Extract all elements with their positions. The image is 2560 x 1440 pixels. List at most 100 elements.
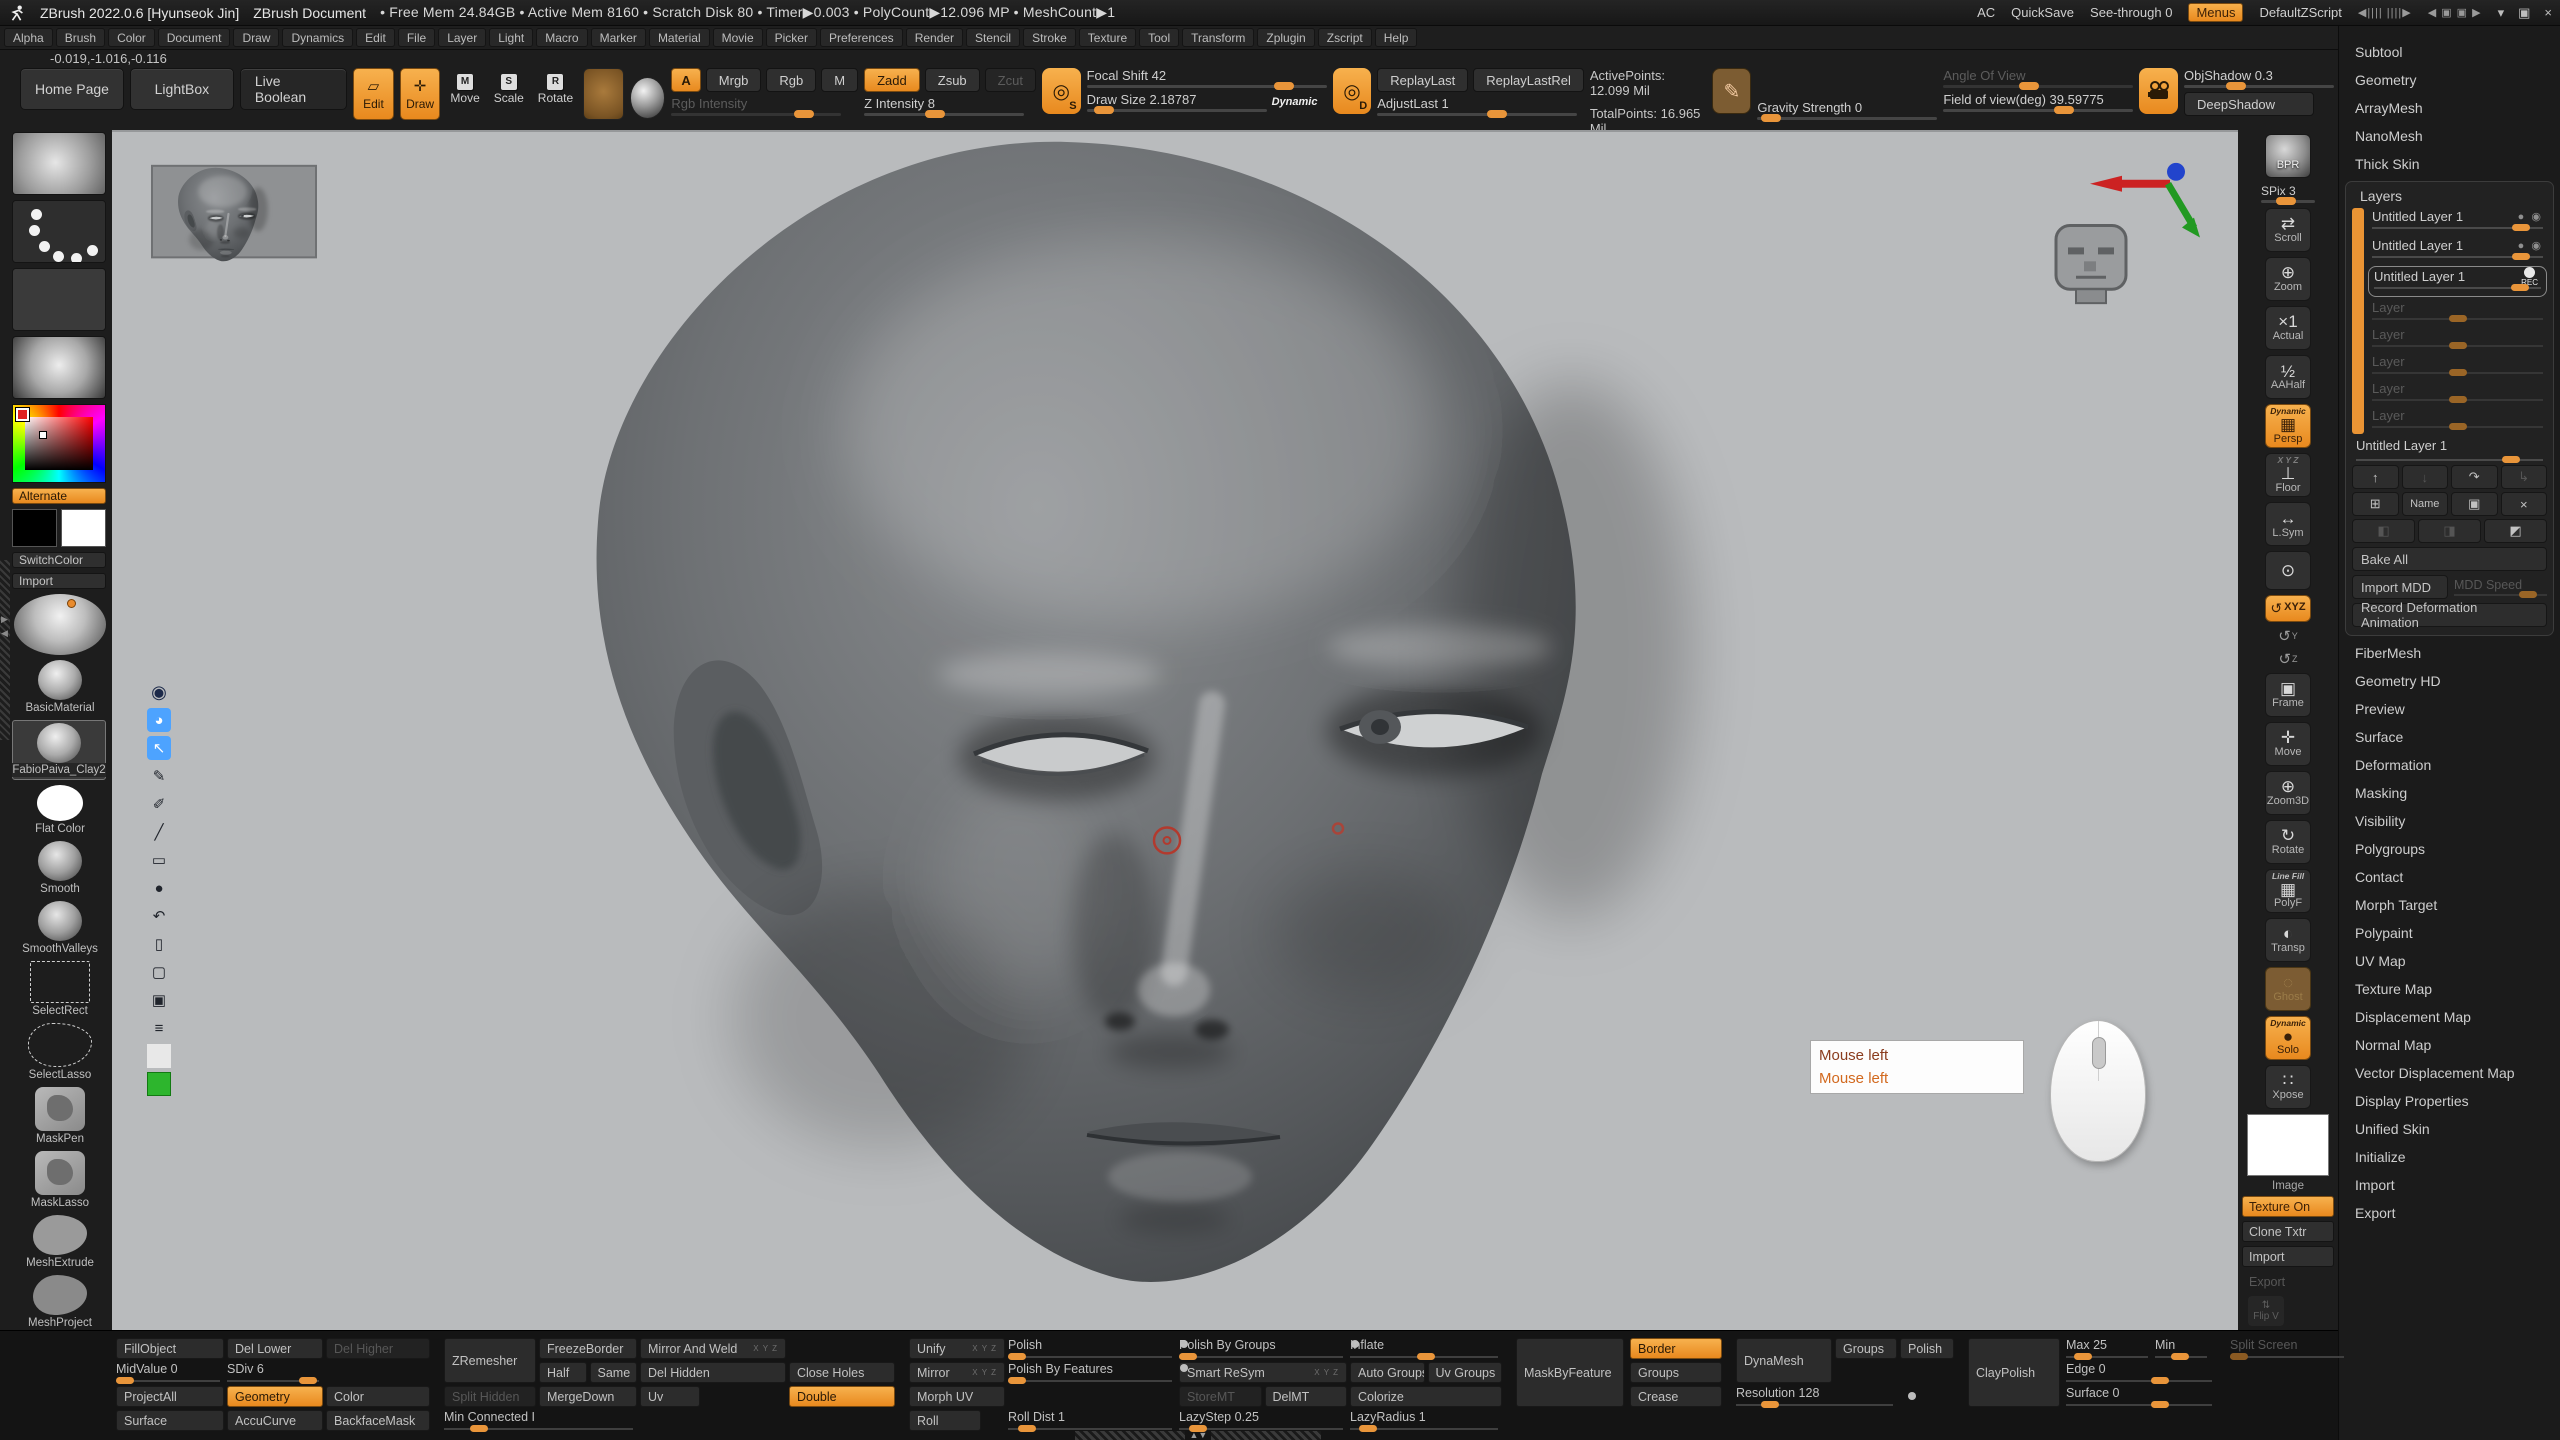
layer-copy-button[interactable]: ◩ — [2484, 519, 2547, 543]
current-brush-preview[interactable] — [583, 68, 624, 120]
tool-section-header[interactable]: Geometry — [2339, 66, 2560, 94]
color-palette-icon[interactable] — [147, 1044, 171, 1068]
layers-title[interactable]: Layers — [2352, 186, 2547, 208]
layer-eye-icon[interactable]: ◉ — [2531, 240, 2543, 252]
close-icon[interactable]: × — [2544, 5, 2552, 21]
eye-icon[interactable]: ◕ — [147, 708, 171, 732]
move-button[interactable]: MMove — [446, 68, 483, 110]
main-color-swatch[interactable] — [12, 509, 57, 547]
light-placement-dot[interactable] — [67, 599, 76, 608]
min-connected-slider[interactable]: Min Connected I — [444, 1410, 637, 1431]
ui-pager-icons[interactable]: ◀ ▣ ▣ ▶ — [2428, 6, 2482, 19]
menu-item[interactable]: Movie — [713, 28, 763, 47]
xyz-axis-badge[interactable]: X Y Z — [753, 1344, 778, 1353]
claypolish-min-slider[interactable]: Min — [2155, 1338, 2211, 1359]
tool-section-header[interactable]: Deformation — [2339, 751, 2560, 779]
persp-button[interactable]: Dynamic▦Persp — [2265, 404, 2311, 448]
export-texture-button[interactable]: Export — [2242, 1271, 2334, 1292]
image-icon[interactable]: ▣ — [147, 988, 171, 1012]
panel-collapse-handles[interactable]: ▶◀ — [1, 612, 8, 640]
solo-button[interactable]: Dynamic●Solo — [2265, 1016, 2311, 1060]
menu-item[interactable]: Alpha — [4, 28, 53, 47]
zremesher-button[interactable]: ZRemesher — [444, 1338, 536, 1383]
polish-slider[interactable]: Polish — [1008, 1338, 1176, 1359]
mid-value-slider[interactable]: MidValue 0 — [116, 1362, 224, 1383]
tool-section-header[interactable]: ArrayMesh — [2339, 94, 2560, 122]
layer-down-button[interactable]: ↓ — [2402, 465, 2449, 489]
rotate-y-button[interactable]: ↺Y — [2278, 627, 2298, 645]
layer-redo-button[interactable]: ↷ — [2451, 465, 2498, 489]
resolution-mode-dot[interactable] — [1908, 1392, 1916, 1400]
dynamesh-groups-button[interactable]: Groups — [1835, 1338, 1897, 1359]
rgb-intensity-slider[interactable]: Rgb Intensity — [671, 96, 841, 116]
tool-section-header[interactable]: Display Properties — [2339, 1087, 2560, 1115]
brush-select-rect[interactable]: SelectRect — [12, 961, 108, 1018]
polyframe-button[interactable]: Line Fill▦PolyF — [2265, 869, 2311, 913]
color-picker-gradient[interactable] — [25, 417, 93, 470]
zcut-button[interactable]: Zcut — [985, 68, 1036, 92]
xyz-axis-badge[interactable]: X Y Z — [972, 1368, 997, 1377]
draw-button[interactable]: ✛Draw — [400, 68, 441, 120]
polish-by-groups-slider[interactable]: Polish By Groups — [1179, 1338, 1347, 1359]
brush-mask-lasso[interactable]: MaskLasso — [12, 1151, 108, 1210]
brush-select-lasso[interactable]: SelectLasso — [12, 1023, 108, 1082]
rgb-button[interactable]: Rgb — [766, 68, 816, 92]
rotate-xyz-button[interactable]: ↺XYZ — [2265, 595, 2311, 622]
stroke-selector[interactable]: Dots — [12, 200, 106, 263]
layer-row[interactable]: Untitled Layer 1 ● ◉ — [2368, 208, 2547, 235]
brush-mask-pen[interactable]: MaskPen — [12, 1087, 108, 1146]
menu-item[interactable]: Brush — [56, 28, 105, 47]
menu-item[interactable]: Stencil — [966, 28, 1020, 47]
tool-section-header[interactable]: Normal Map — [2339, 1031, 2560, 1059]
layer-name-button[interactable]: Name — [2402, 492, 2449, 516]
tool-section-header[interactable]: Thick Skin — [2339, 150, 2560, 178]
color-toggle-button[interactable]: Color — [326, 1386, 430, 1407]
uv-groups-button[interactable]: Uv Groups — [1428, 1362, 1503, 1383]
del-hidden-button[interactable]: Del Hidden — [640, 1362, 786, 1383]
document-canvas[interactable]: ◉ ◕ ↖ ✎ ✐ ╱ ▭ ● ↶ ▯ ▢ ▣ ≡ Mouse left — [112, 130, 2238, 1330]
menu-item[interactable]: Light — [489, 28, 533, 47]
menu-item[interactable]: Edit — [356, 28, 395, 47]
import-texture-map-button[interactable]: Import — [2242, 1246, 2334, 1267]
tool-section-header[interactable]: Polypaint — [2339, 919, 2560, 947]
zoom3d-button[interactable]: ⊕Zoom3D — [2265, 771, 2311, 815]
uv-button[interactable]: Uv — [640, 1386, 700, 1407]
roll-button[interactable]: Roll — [909, 1410, 981, 1431]
project-all-button[interactable]: ProjectAll — [116, 1386, 224, 1407]
ui-scrub-icons[interactable]: ◀|||| ||||▶ — [2358, 6, 2412, 19]
menu-item[interactable]: Stroke — [1023, 28, 1076, 47]
close-holes-button[interactable]: Close Holes — [789, 1362, 895, 1383]
tool-section-header[interactable]: Masking — [2339, 779, 2560, 807]
xpose-button[interactable]: ∷Xpose — [2265, 1065, 2311, 1109]
quicksave-button[interactable]: QuickSave — [2011, 5, 2074, 20]
pager-hatch-left[interactable] — [1075, 1431, 1185, 1440]
claypolish-max-slider[interactable]: Max 25 — [2066, 1338, 2152, 1359]
layers-scrollbar[interactable] — [2352, 208, 2364, 434]
tool-section-header[interactable]: Polygroups — [2339, 835, 2560, 863]
split-hidden-button[interactable]: Split Hidden — [444, 1386, 536, 1407]
tool-section-header[interactable]: Import — [2339, 1171, 2560, 1199]
dynamic-label[interactable]: Dynamic — [1272, 96, 1318, 108]
local-symmetry-button[interactable]: ↔L.Sym — [2265, 502, 2311, 546]
texture-on-button[interactable]: Texture On — [2242, 1196, 2334, 1217]
pencil-icon[interactable]: ✐ — [147, 792, 171, 816]
scroll-button[interactable]: ⇄Scroll — [2265, 208, 2311, 252]
menu-item[interactable]: Help — [1375, 28, 1418, 47]
surface-button[interactable]: Surface — [116, 1410, 224, 1431]
material-flat-color[interactable]: Flat Color — [12, 785, 108, 836]
left-edge-hatch[interactable] — [0, 560, 10, 740]
ac-button[interactable]: AC — [1977, 5, 1995, 20]
same-button[interactable]: Same — [590, 1362, 638, 1383]
mask-by-feature-button[interactable]: MaskByFeature — [1516, 1338, 1624, 1407]
delete-layer-button[interactable]: × — [2501, 492, 2548, 516]
new-layer-button[interactable]: ⊞ — [2352, 492, 2399, 516]
double-button[interactable]: Double — [789, 1386, 895, 1407]
color-picker[interactable] — [12, 404, 106, 483]
tool-section-header[interactable]: Texture Map — [2339, 975, 2560, 1003]
menu-item[interactable]: Zplugin — [1257, 28, 1314, 47]
claypolish-edge-slider[interactable]: Edge 0 — [2066, 1362, 2216, 1383]
menu-item[interactable]: Draw — [233, 28, 279, 47]
groups-button[interactable]: Groups — [1630, 1362, 1722, 1383]
replay-last-rel-button[interactable]: ReplayLastRel — [1473, 68, 1584, 92]
menu-item[interactable]: Macro — [536, 28, 587, 47]
